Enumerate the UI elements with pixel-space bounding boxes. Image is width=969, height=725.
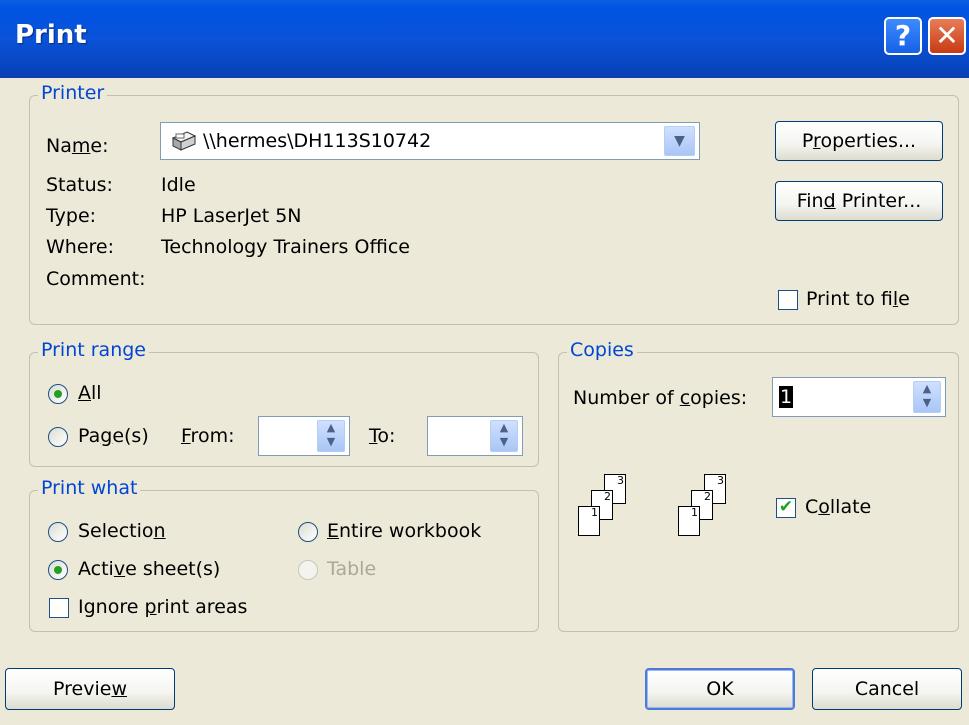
entire-workbook-label[interactable]: Entire workbook — [327, 520, 481, 542]
active-sheets-radio[interactable] — [48, 560, 68, 580]
print-to-file-checkbox[interactable] — [778, 290, 798, 310]
pages-radio[interactable] — [48, 427, 68, 447]
page-icon: 1 — [678, 506, 700, 536]
title-bar[interactable]: Print ? ✕ — [0, 0, 969, 78]
copies-legend: Copies — [567, 339, 637, 361]
table-radio — [298, 560, 318, 580]
printer-name-select[interactable]: \\hermes\DH113S10742 ▼ — [160, 122, 700, 160]
from-label: From: — [181, 425, 235, 447]
window-title: Print — [15, 20, 87, 50]
status-value: Idle — [161, 174, 196, 196]
printer-name-value: \\hermes\DH113S10742 — [203, 130, 432, 152]
printer-legend: Printer — [38, 82, 108, 104]
collate-illustration-2: 3 2 1 — [678, 470, 738, 540]
where-value: Technology Trainers Office — [161, 236, 410, 258]
spin-updown-icon[interactable]: ▲ ▼ — [913, 381, 941, 413]
cancel-button[interactable]: Cancel — [812, 668, 962, 710]
preview-button[interactable]: Preview — [5, 668, 175, 710]
help-button[interactable]: ? — [884, 17, 922, 55]
collate-label[interactable]: Collate — [805, 496, 871, 518]
from-spinner[interactable]: ▲ ▼ — [258, 416, 350, 456]
selection-radio[interactable] — [48, 522, 68, 542]
printer-icon — [167, 130, 199, 154]
radio-dot — [54, 390, 62, 398]
ignore-print-areas-label[interactable]: Ignore print areas — [78, 596, 247, 618]
name-label: Name: — [46, 135, 109, 157]
properties-button[interactable]: Properties... — [775, 121, 943, 161]
pages-label[interactable]: Page(s) — [78, 425, 149, 447]
chevron-down-icon[interactable]: ▼ — [664, 126, 695, 156]
all-label[interactable]: All — [78, 382, 102, 404]
copies-value[interactable]: 1 — [779, 386, 794, 408]
selection-label[interactable]: Selection — [78, 520, 166, 542]
close-button[interactable]: ✕ — [928, 17, 966, 55]
radio-dot — [54, 566, 62, 574]
spin-updown-icon[interactable]: ▲ ▼ — [317, 420, 345, 452]
type-label: Type: — [46, 205, 97, 227]
spin-updown-icon[interactable]: ▲ ▼ — [490, 420, 518, 452]
status-label: Status: — [46, 174, 113, 196]
to-spinner[interactable]: ▲ ▼ — [427, 416, 523, 456]
copies-spinner[interactable]: 1 ▲ ▼ — [772, 377, 946, 417]
page-icon: 1 — [578, 506, 600, 536]
print-to-file-label[interactable]: Print to file — [806, 288, 910, 310]
comment-label: Comment: — [46, 268, 146, 290]
collate-illustration-1: 3 2 1 — [578, 470, 638, 540]
all-radio[interactable] — [48, 384, 68, 404]
collate-checkbox[interactable]: ✔ — [776, 498, 796, 518]
ok-button[interactable]: OK — [645, 668, 795, 710]
where-label: Where: — [46, 236, 115, 258]
active-sheets-label[interactable]: Active sheet(s) — [78, 558, 220, 580]
ignore-print-areas-checkbox[interactable] — [49, 598, 69, 618]
number-of-copies-label: Number of copies: — [573, 387, 748, 409]
print-range-legend: Print range — [38, 339, 149, 361]
entire-workbook-radio[interactable] — [298, 522, 318, 542]
find-printer-button[interactable]: Find Printer... — [775, 181, 943, 221]
print-dialog: Print ? ✕ Printer Name: \\hermes\DH113S1… — [0, 0, 969, 725]
table-label: Table — [327, 558, 377, 580]
to-label: To: — [369, 425, 396, 447]
print-what-legend: Print what — [38, 477, 141, 499]
type-value: HP LaserJet 5N — [161, 205, 302, 227]
